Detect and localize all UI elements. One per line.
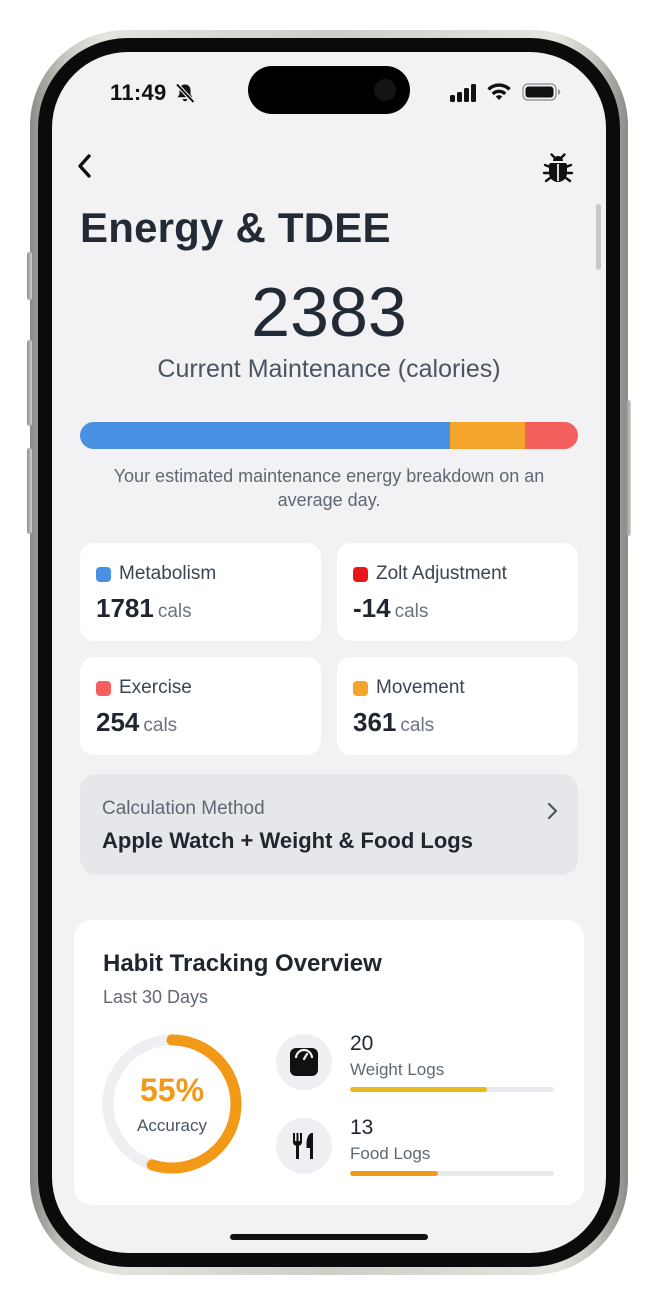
food-logs-label: Food Logs (350, 1144, 431, 1163)
accuracy-label: Accuracy (137, 1116, 207, 1135)
home-indicator[interactable] (230, 1234, 428, 1240)
action-button (27, 252, 32, 300)
food-logs-progress-fill (350, 1171, 438, 1176)
breakdown-segment-exercise (525, 422, 578, 449)
weight-logs-label: Weight Logs (350, 1060, 445, 1079)
side-button (626, 400, 631, 536)
habit-tracking-subtitle: Last 30 Days (103, 987, 209, 1007)
fork-knife-icon (293, 1133, 313, 1159)
stat-unit: cals (157, 601, 192, 622)
weight-logs-progress-fill (350, 1087, 487, 1092)
cellular-signal-icon (450, 84, 476, 102)
stat-card-metabolism[interactable]: Metabolism 1781 cals (80, 543, 321, 641)
stat-label: Movement (376, 677, 465, 698)
stat-unit: cals (394, 601, 429, 622)
weight-logs-count: 20 (350, 1032, 374, 1055)
breakdown-caption: Your estimated maintenance energy breakd… (113, 466, 545, 510)
movement-color-swatch (353, 680, 368, 696)
maintenance-calories-value: 2383 (251, 273, 407, 351)
food-logs-icon-badge (276, 1118, 332, 1174)
exercise-color-swatch (96, 680, 111, 696)
accuracy-percent: 55% (139, 1072, 205, 1108)
zolt-adjustment-color-swatch (353, 566, 368, 582)
scroll-indicator[interactable] (596, 204, 601, 270)
stat-label: Exercise (119, 677, 192, 698)
wifi-icon (487, 83, 511, 100)
app-screen: 11:49 Energy & TDEE 2383 Current Mainten… (52, 52, 606, 1253)
back-chevron-icon[interactable] (74, 152, 96, 180)
breakdown-segment-metabolism (80, 422, 451, 449)
stat-unit: cals (400, 715, 435, 736)
bell-slash-icon (175, 83, 195, 104)
energy-breakdown-bar (80, 422, 578, 449)
calculation-method-label: Calculation Method (102, 798, 265, 819)
battery-icon (522, 83, 561, 101)
maintenance-calories-label: Current Maintenance (calories) (157, 355, 501, 383)
stat-card-exercise[interactable]: Exercise 254 cals (80, 657, 321, 755)
scale-icon (290, 1048, 318, 1076)
habit-tracking-title: Habit Tracking Overview (103, 950, 382, 977)
stat-value: 361 (353, 707, 397, 737)
calculation-method-value: Apple Watch + Weight & Food Logs (102, 828, 473, 853)
stat-value: 1781 (96, 593, 154, 623)
page-title: Energy & TDEE (80, 204, 391, 251)
stat-label: Metabolism (119, 563, 217, 584)
dynamic-island (248, 66, 410, 114)
volume-down-button (27, 448, 32, 534)
stat-value: -14 (353, 593, 391, 623)
calculation-method-row[interactable]: Calculation Method Apple Watch + Weight … (80, 774, 578, 875)
stat-card-movement[interactable]: Movement 361 cals (337, 657, 578, 755)
status-time: 11:49 (110, 80, 167, 105)
breakdown-segment-movement (450, 422, 526, 449)
metabolism-color-swatch (96, 566, 111, 582)
stat-label: Zolt Adjustment (376, 563, 507, 584)
food-logs-count: 13 (350, 1116, 374, 1139)
stat-unit: cals (143, 715, 178, 736)
habit-tracking-card[interactable]: Habit Tracking Overview Last 30 Days 55%… (74, 920, 584, 1205)
volume-up-button (27, 340, 32, 426)
weight-logs-icon-badge (276, 1034, 332, 1090)
bug-icon[interactable] (542, 152, 574, 186)
chevron-right-icon (547, 802, 558, 820)
weight-logs-progress (350, 1087, 554, 1092)
front-camera (374, 79, 396, 101)
stat-value: 254 (96, 707, 140, 737)
food-logs-progress (350, 1171, 554, 1176)
stat-card-zolt-adjustment[interactable]: Zolt Adjustment -14 cals (337, 543, 578, 641)
